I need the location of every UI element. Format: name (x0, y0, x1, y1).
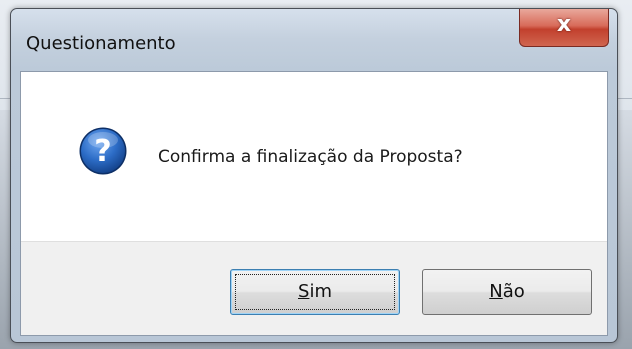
dialog-content: ? Confirma a finalização da Proposta? Si… (20, 71, 608, 336)
nao-label-rest: ão (502, 281, 525, 302)
dialog-title: Questionamento (26, 33, 176, 54)
question-dialog: Questionamento x ? Confirma a finalizaçã… (10, 8, 618, 343)
sim-mnemonic: S (298, 281, 310, 302)
close-icon: x (556, 12, 572, 37)
message-area: ? Confirma a finalização da Proposta? (21, 72, 607, 241)
button-area: Sim Não (21, 241, 607, 335)
sim-button[interactable]: Sim (230, 269, 400, 315)
nao-button[interactable]: Não (422, 269, 592, 315)
dialog-message: Confirma a finalização da Proposta? (158, 147, 463, 167)
title-bar[interactable]: Questionamento x (11, 9, 617, 69)
close-button[interactable]: x (519, 9, 609, 47)
svg-text:?: ? (94, 134, 111, 169)
nao-mnemonic: N (489, 281, 503, 302)
question-icon: ? (79, 127, 127, 175)
sim-label-rest: im (309, 281, 332, 302)
